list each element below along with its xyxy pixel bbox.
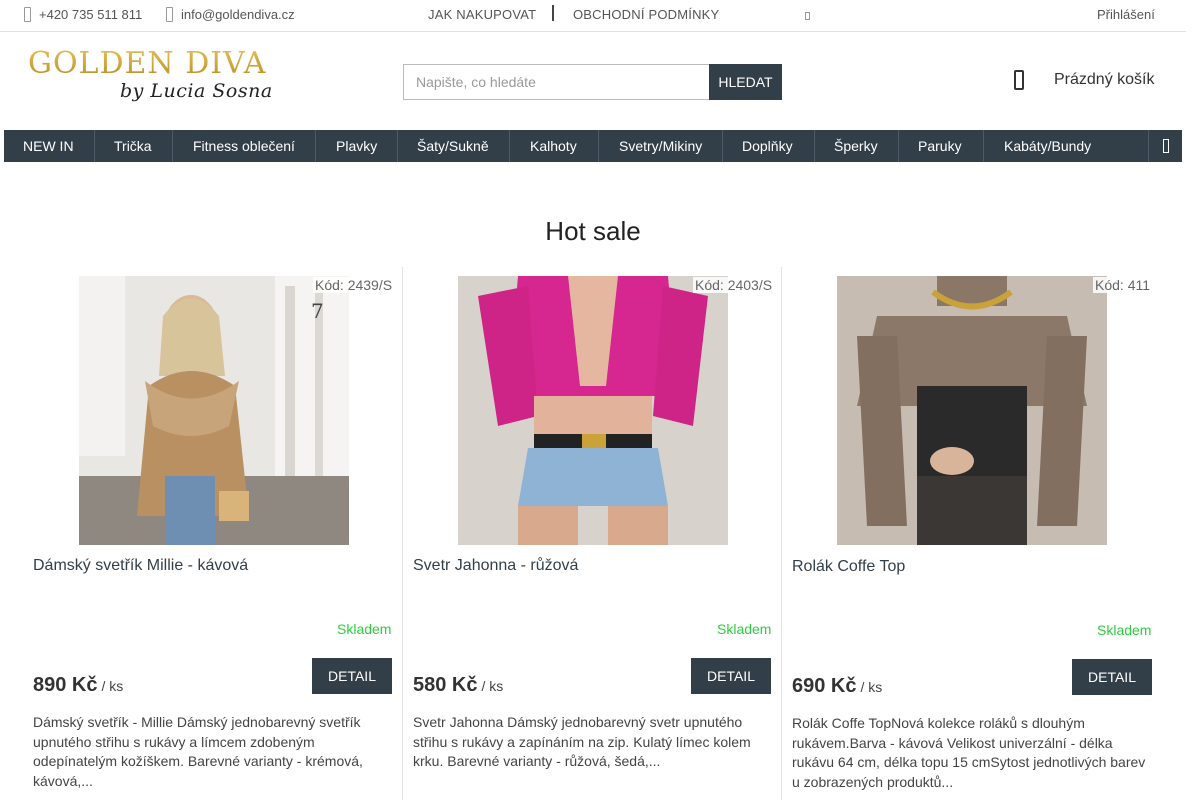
stock-status: Skladem bbox=[337, 621, 392, 637]
product-code: Kód: 2439/S bbox=[313, 277, 395, 293]
product-name[interactable]: Dámský svetřík Millie - kávová bbox=[33, 557, 248, 575]
menu-item-kalhoty[interactable]: Kalhoty bbox=[510, 130, 599, 162]
cart-label: Prázdný košík bbox=[1054, 71, 1155, 88]
detail-button[interactable]: DETAIL bbox=[691, 658, 771, 694]
menu-item-kabaty-bundy[interactable]: Kabáty/Bundy bbox=[984, 130, 1104, 162]
product-price: 580 Kč / ks bbox=[413, 674, 503, 697]
detail-button[interactable]: DETAIL bbox=[312, 658, 392, 694]
product-description: Svetr Jahonna Dámský jednobarevný svetr … bbox=[413, 714, 751, 769]
product-description: Rolák Coffe TopNová kolekce roláků s dlo… bbox=[792, 715, 1146, 790]
menu-item-new-in[interactable]: NEW IN bbox=[4, 130, 95, 162]
menu-item-plavky[interactable]: Plavky bbox=[316, 130, 398, 162]
menu-item-svetry-mikiny[interactable]: Svetry/Mikiny bbox=[599, 130, 723, 162]
product-card: 7 Kód: 2439/S Dámský svetřík Millie - ká… bbox=[10, 268, 395, 800]
menu-more-icon bbox=[1162, 139, 1169, 153]
product-image[interactable]: 7 bbox=[79, 276, 349, 545]
detail-button[interactable]: DETAIL bbox=[1072, 659, 1152, 695]
product-name[interactable]: Rolák Coffe Top bbox=[792, 558, 905, 576]
email-address: info@goldendiva.cz bbox=[181, 7, 295, 22]
product-name[interactable]: Svetr Jahonna - růžová bbox=[413, 557, 578, 575]
product-card: Kód: 411 Rolák Coffe Top Skladem 690 Kč /… bbox=[769, 268, 1153, 800]
price-unit: / ks bbox=[481, 678, 504, 694]
product-description: Dámský svetřík - Millie Dámský jednobare… bbox=[33, 714, 363, 789]
menu-item-fitness[interactable]: Fitness oblečení bbox=[173, 130, 316, 162]
image-overlay-number: 7 bbox=[311, 299, 324, 323]
product-code: Kód: 411 bbox=[1093, 277, 1153, 293]
product-image[interactable] bbox=[837, 276, 1107, 545]
product-image[interactable] bbox=[458, 276, 728, 545]
price-value: 580 Kč bbox=[413, 674, 478, 696]
site-logo[interactable]: GOLDEN DIVA by Lucia Sosna bbox=[28, 46, 278, 112]
section-title: Hot sale bbox=[545, 216, 641, 246]
login-link[interactable]: Přihlášení bbox=[1097, 7, 1155, 22]
price-value: 890 Kč bbox=[33, 674, 98, 696]
price-unit: / ks bbox=[860, 679, 883, 695]
dropdown-icon[interactable] bbox=[805, 12, 810, 20]
link-jak-nakupovat[interactable]: JAK NAKUPOVAT bbox=[428, 7, 536, 22]
topbar-divider bbox=[552, 5, 554, 21]
product-code: Kód: 2403/S bbox=[693, 277, 775, 293]
email-contact[interactable]: info@goldendiva.cz bbox=[166, 7, 295, 22]
menu-item-paruky[interactable]: Paruky bbox=[899, 130, 984, 162]
logo-main-text: GOLDEN DIVA bbox=[28, 46, 278, 82]
search-button[interactable]: HLEDAT bbox=[709, 64, 782, 100]
top-bar: +420 735 511 811 info@goldendiva.cz JAK … bbox=[0, 0, 1186, 32]
search-bar: HLEDAT bbox=[403, 64, 782, 100]
search-input[interactable] bbox=[403, 64, 709, 100]
product-price: 890 Kč / ks bbox=[33, 674, 123, 697]
price-unit: / ks bbox=[101, 678, 124, 694]
phone-icon bbox=[24, 7, 31, 22]
cart[interactable]: Prázdný košík bbox=[1014, 70, 1154, 90]
menu-item-saty-sukne[interactable]: Šaty/Sukně bbox=[398, 130, 510, 162]
product-card: Kód: 2403/S Svetr Jahonna - růžová Sklad… bbox=[390, 268, 775, 800]
main-menu: NEW IN Trička Fitness oblečení Plavky Ša… bbox=[4, 130, 1182, 162]
link-obchodni-podminky[interactable]: OBCHODNÍ PODMÍNKY bbox=[573, 7, 719, 22]
product-price: 690 Kč / ks bbox=[792, 675, 882, 698]
menu-item-tricka[interactable]: Trička bbox=[95, 130, 173, 162]
price-value: 690 Kč bbox=[792, 675, 857, 697]
phone-contact[interactable]: +420 735 511 811 bbox=[24, 7, 142, 22]
phone-number: +420 735 511 811 bbox=[39, 7, 143, 22]
menu-item-doplnky[interactable]: Doplňky bbox=[723, 130, 815, 162]
stock-status: Skladem bbox=[1097, 622, 1152, 638]
email-icon bbox=[166, 7, 173, 22]
menu-item-sperky[interactable]: Šperky bbox=[815, 130, 899, 162]
menu-more-button[interactable] bbox=[1148, 130, 1182, 162]
cart-icon bbox=[1014, 70, 1024, 90]
stock-status: Skladem bbox=[717, 621, 772, 637]
logo-sub-text: by Lucia Sosna bbox=[120, 80, 273, 102]
